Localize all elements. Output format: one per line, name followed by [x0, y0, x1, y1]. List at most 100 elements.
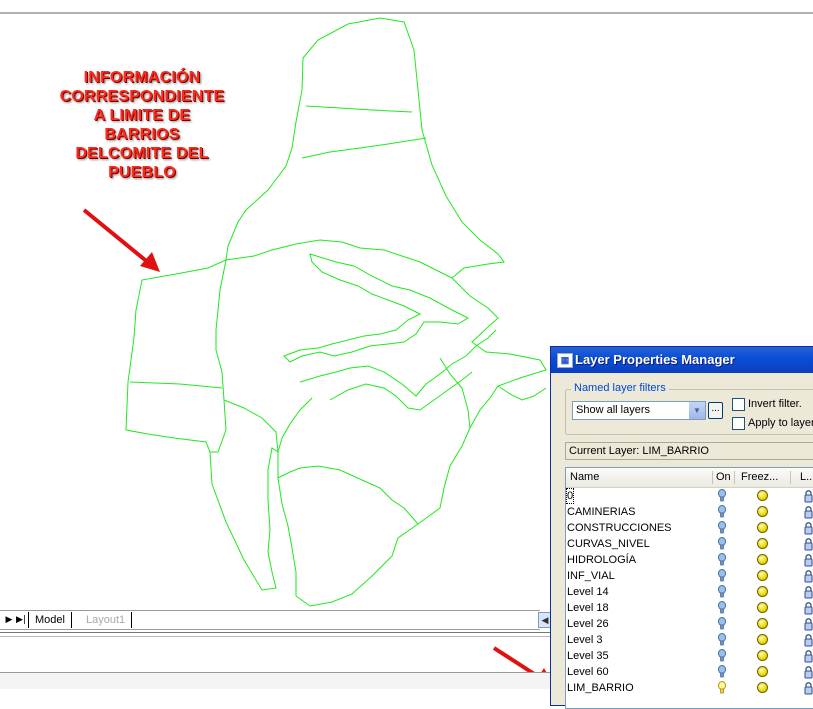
layer-name[interactable]: CAMINERIAS: [567, 505, 635, 519]
layer-name[interactable]: CONSTRUCCIONES: [567, 521, 672, 535]
light-bulb-icon[interactable]: [718, 649, 726, 663]
chevron-down-icon[interactable]: ▼: [689, 402, 705, 419]
unlocked-padlock-icon[interactable]: [804, 553, 813, 567]
layer-list-header: Name On Freez... L...: [566, 468, 813, 488]
boundary-south: [277, 465, 419, 525]
unlocked-padlock-icon[interactable]: [804, 505, 813, 519]
boundary-north-2: [301, 137, 427, 159]
command-line-input[interactable]: [0, 673, 552, 689]
sun-icon[interactable]: [757, 538, 768, 549]
apply-to-layers-checkbox[interactable]: [732, 417, 745, 430]
layer-name[interactable]: LIM_BARRIO: [567, 681, 634, 695]
light-bulb-icon[interactable]: [718, 553, 726, 567]
command-window-border: [0, 632, 552, 633]
layer-row[interactable]: Level 60: [566, 664, 813, 680]
sun-icon[interactable]: [757, 602, 768, 613]
next-tab-icon[interactable]: ▶: [3, 614, 15, 626]
layer-row[interactable]: HIDROLOGÍA: [566, 552, 813, 568]
layer-name[interactable]: CURVAS_NIVEL: [567, 537, 650, 551]
river-branch-lower: [299, 329, 497, 397]
current-layer-display: Current Layer: LIM_BARRIO: [565, 442, 813, 460]
annotation-arrow: [82, 208, 160, 272]
layer-row[interactable]: CURVAS_NIVEL: [566, 536, 813, 552]
boundary-west-top: [225, 239, 453, 279]
layer-row[interactable]: Level 18: [566, 600, 813, 616]
sun-icon[interactable]: [757, 522, 768, 533]
dialog-titlebar[interactable]: ▦ Layer Properties Manager: [551, 347, 813, 373]
unlocked-padlock-icon[interactable]: [804, 489, 813, 503]
layer-name[interactable]: Level 3: [567, 633, 602, 647]
unlocked-padlock-icon[interactable]: [804, 601, 813, 615]
last-tab-icon[interactable]: ▶|: [15, 614, 27, 626]
light-bulb-icon[interactable]: [718, 521, 726, 535]
layer-name[interactable]: Level 18: [567, 601, 609, 615]
boundary-central: [223, 399, 279, 453]
sun-icon[interactable]: [757, 618, 768, 629]
unlocked-padlock-icon[interactable]: [804, 617, 813, 631]
layer-row[interactable]: Level 14: [566, 584, 813, 600]
column-divider[interactable]: [712, 471, 713, 484]
light-bulb-icon[interactable]: [718, 681, 726, 695]
unlocked-padlock-icon[interactable]: [804, 633, 813, 647]
layer-row[interactable]: CAMINERIAS: [566, 504, 813, 520]
sun-icon[interactable]: [757, 666, 768, 677]
layer-name[interactable]: Level 26: [567, 617, 609, 631]
layout-tab-bar: ▶ ▶| Model Layout1: [0, 610, 540, 630]
column-header-name[interactable]: Name: [570, 471, 599, 483]
apply-to-layers-label: Apply to layers: [748, 417, 813, 429]
column-divider[interactable]: [734, 471, 735, 484]
sun-icon[interactable]: [757, 554, 768, 565]
boundary-north-1: [305, 105, 413, 113]
layer-name[interactable]: Level 60: [567, 665, 609, 679]
light-bulb-icon[interactable]: [718, 489, 726, 503]
unlocked-padlock-icon[interactable]: [804, 537, 813, 551]
tab-model[interactable]: Model: [28, 612, 72, 628]
light-bulb-icon[interactable]: [718, 537, 726, 551]
layer-list[interactable]: Name On Freez... L... 0CAMINERIAS CONSTRU…: [565, 467, 813, 709]
layer-row[interactable]: LIM_BARRIO: [566, 680, 813, 696]
sun-icon[interactable]: [757, 634, 768, 645]
sun-icon[interactable]: [757, 586, 768, 597]
unlocked-padlock-icon[interactable]: [804, 649, 813, 663]
layer-row[interactable]: Level 26: [566, 616, 813, 632]
light-bulb-icon[interactable]: [718, 569, 726, 583]
layer-row[interactable]: Level 35: [566, 648, 813, 664]
column-header-freeze[interactable]: Freez...: [741, 471, 778, 483]
layer-row[interactable]: Level 3: [566, 632, 813, 648]
layer-properties-manager-dialog: ▦ Layer Properties Manager Named layer f…: [550, 346, 813, 709]
light-bulb-icon[interactable]: [718, 585, 726, 599]
unlocked-padlock-icon[interactable]: [804, 665, 813, 679]
layer-filter-value: Show all layers: [576, 404, 650, 416]
dialog-title: Layer Properties Manager: [575, 352, 735, 367]
layer-name[interactable]: Level 14: [567, 585, 609, 599]
light-bulb-icon[interactable]: [718, 633, 726, 647]
boundary-west-lower: [129, 381, 223, 389]
layer-name[interactable]: INF_VIAL: [567, 569, 615, 583]
tab-layout1[interactable]: Layout1: [80, 612, 133, 628]
column-divider[interactable]: [790, 471, 791, 484]
light-bulb-icon[interactable]: [718, 617, 726, 631]
layer-row[interactable]: INF_VIAL: [566, 568, 813, 584]
sun-icon[interactable]: [757, 650, 768, 661]
sun-icon[interactable]: [757, 570, 768, 581]
layer-name[interactable]: HIDROLOGÍA: [567, 553, 636, 567]
unlocked-padlock-icon[interactable]: [804, 585, 813, 599]
column-header-on[interactable]: On: [716, 471, 731, 483]
light-bulb-icon[interactable]: [718, 665, 726, 679]
sun-icon[interactable]: [757, 506, 768, 517]
layer-filter-select[interactable]: Show all layers ▼: [572, 401, 706, 420]
column-header-lock[interactable]: L...: [800, 471, 813, 483]
filter-browse-button[interactable]: ...: [708, 402, 723, 419]
invert-filter-checkbox[interactable]: [732, 398, 745, 411]
layer-name[interactable]: Level 35: [567, 649, 609, 663]
unlocked-padlock-icon[interactable]: [804, 521, 813, 535]
sun-icon[interactable]: [757, 682, 768, 693]
layer-row[interactable]: 0: [565, 488, 813, 504]
layer-row[interactable]: CONSTRUCCIONES: [566, 520, 813, 536]
light-bulb-icon[interactable]: [718, 601, 726, 615]
light-bulb-icon[interactable]: [718, 505, 726, 519]
sun-icon[interactable]: [757, 490, 768, 501]
unlocked-padlock-icon[interactable]: [804, 569, 813, 583]
unlocked-padlock-icon[interactable]: [804, 681, 813, 695]
layer-name[interactable]: 0: [565, 488, 575, 504]
